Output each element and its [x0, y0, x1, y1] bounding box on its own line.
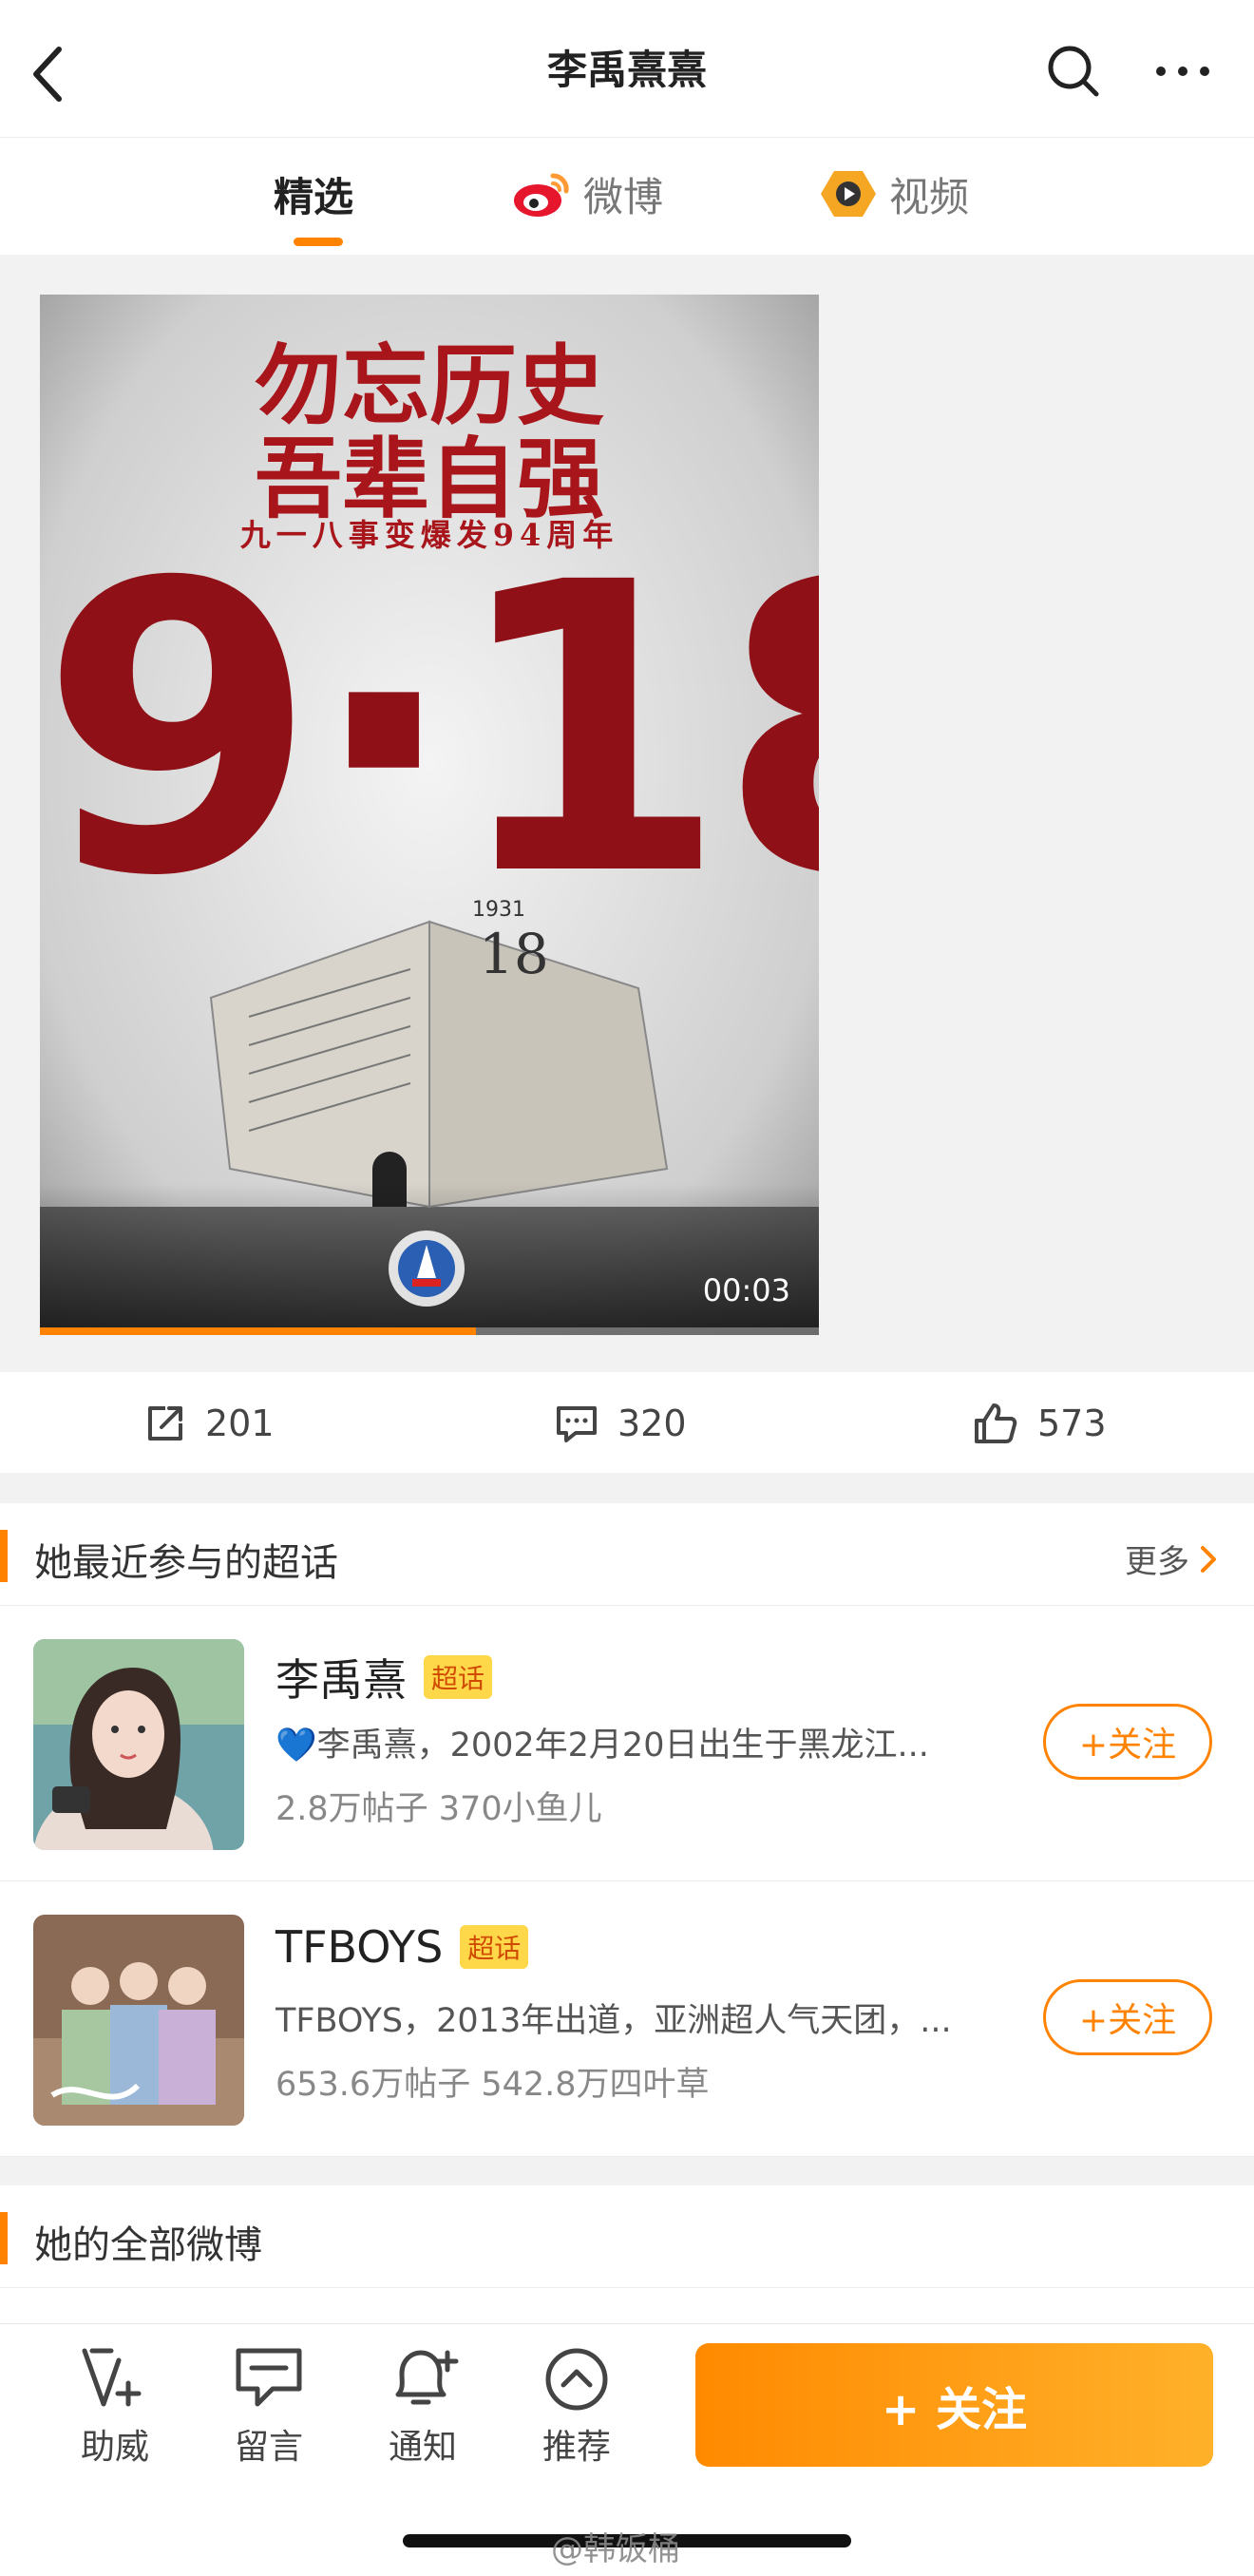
- chevron-right-icon: [1201, 1545, 1216, 1573]
- follow-topic-button[interactable]: +关注: [1043, 1979, 1212, 2055]
- video-player[interactable]: 勿忘历史 吾辈自强 九一八事变爆发94周年 9·18 1931 18 00:03: [40, 295, 819, 1335]
- supertopic-name-row: 李禹熹 超话: [276, 1646, 493, 1708]
- notify-label: 通知: [388, 2428, 457, 2467]
- bell-plus-icon: [395, 2350, 459, 2405]
- message-label: 留言: [234, 2428, 303, 2467]
- search-icon: [1048, 46, 1099, 97]
- supertopic-name: 李禹熹: [276, 1654, 407, 1706]
- comment-button[interactable]: 320: [555, 1395, 687, 1452]
- post-actions: 201 320 573: [0, 1372, 1254, 1473]
- repost-icon: [148, 1406, 182, 1441]
- more-label: 更多: [1125, 1543, 1189, 1581]
- supertopic-desc: 💙李禹熹，2002年2月20日出生于黑龙江...: [276, 1727, 929, 1765]
- weibo-logo-icon: [514, 173, 569, 217]
- poster-big-date: 9·18: [40, 499, 819, 964]
- supertopic-item[interactable]: 李禹熹 超话 💙李禹熹，2002年2月20日出生于黑龙江... 2.8万帖子 3…: [0, 1606, 1254, 1881]
- supertopic-avatar: [33, 1915, 244, 2126]
- all-posts-header: 她的全部微博: [0, 2185, 1254, 2288]
- tab-bar: 精选 微博 视频: [0, 139, 1254, 255]
- tab-label: 微博: [583, 173, 664, 220]
- supertopic-stats: 653.6万帖子 542.8万四叶草: [276, 2066, 710, 2104]
- message-button[interactable]: 留言: [207, 2345, 331, 2469]
- section-accent-bar: [0, 1530, 8, 1582]
- more-button[interactable]: [1150, 48, 1216, 95]
- cheer-v-plus-icon: [82, 2348, 142, 2407]
- channel-logo-icon: [389, 1231, 465, 1307]
- watermark-text: @韩饭桶: [551, 2530, 680, 2568]
- search-button[interactable]: [1045, 43, 1102, 100]
- supertopic-name: TFBOYS: [276, 1921, 444, 1973]
- cheer-button[interactable]: 助威: [53, 2345, 177, 2469]
- supertopic-avatar: [33, 1639, 244, 1850]
- repost-button[interactable]: 201: [144, 1395, 275, 1452]
- top-bar: 李禹熹熹: [0, 0, 1254, 138]
- video-duration: 00:03: [702, 1272, 790, 1308]
- comment-icon: [557, 1406, 597, 1442]
- tab-video[interactable]: 视频: [819, 165, 969, 222]
- all-posts-title: 她的全部微博: [34, 2223, 262, 2267]
- section-separator: [0, 1473, 1254, 1503]
- tab-featured[interactable]: 精选: [274, 165, 353, 222]
- supertopic-desc: TFBOYS，2013年出道，亚洲超人气天团，...: [276, 2002, 952, 2040]
- recommend-up-icon: [545, 2348, 608, 2411]
- tab-label: 视频: [889, 173, 970, 220]
- supertopic-name-row: TFBOYS 超话: [276, 1921, 529, 1973]
- supertopic-badge: 超话: [424, 1655, 493, 1699]
- calendar-year: 1931: [472, 898, 525, 922]
- supertopics-header: 她最近参与的超话 更多: [0, 1503, 1254, 1606]
- active-tab-indicator: [294, 238, 343, 246]
- more-dots-icon: [1156, 67, 1209, 76]
- recommend-label: 推荐: [542, 2428, 611, 2467]
- recommend-button[interactable]: 推荐: [515, 2345, 638, 2469]
- tab-label: 精选: [274, 173, 354, 220]
- thumbs-up-icon: [975, 1403, 1017, 1443]
- comment-count: 320: [618, 1402, 687, 1444]
- repost-count: 201: [205, 1402, 275, 1444]
- video-hex-icon: [821, 171, 876, 217]
- supertopic-badge: 超话: [460, 1925, 529, 1969]
- supertopic-stats: 2.8万帖子 370小鱼儿: [276, 1790, 602, 1828]
- calendar-day: 18: [479, 922, 549, 986]
- supertopics-title: 她最近参与的超话: [34, 1541, 338, 1585]
- video-progress-fill: [40, 1327, 477, 1335]
- follow-user-button[interactable]: + 关注: [695, 2343, 1213, 2467]
- tab-weibo[interactable]: 微博: [511, 165, 663, 222]
- message-bubble-icon: [236, 2348, 302, 2407]
- cheer-label: 助威: [80, 2428, 149, 2467]
- section-separator: [0, 2157, 1254, 2185]
- notify-button[interactable]: 通知: [361, 2345, 484, 2469]
- supertopics-more-link[interactable]: 更多: [1125, 1536, 1220, 1582]
- section-accent-bar: [0, 2212, 8, 2264]
- like-button[interactable]: 573: [973, 1395, 1107, 1452]
- supertopic-item[interactable]: TFBOYS 超话 TFBOYS，2013年出道，亚洲超人气天团，... 653…: [0, 1881, 1254, 2157]
- like-count: 573: [1037, 1402, 1107, 1444]
- follow-topic-button[interactable]: +关注: [1043, 1704, 1212, 1780]
